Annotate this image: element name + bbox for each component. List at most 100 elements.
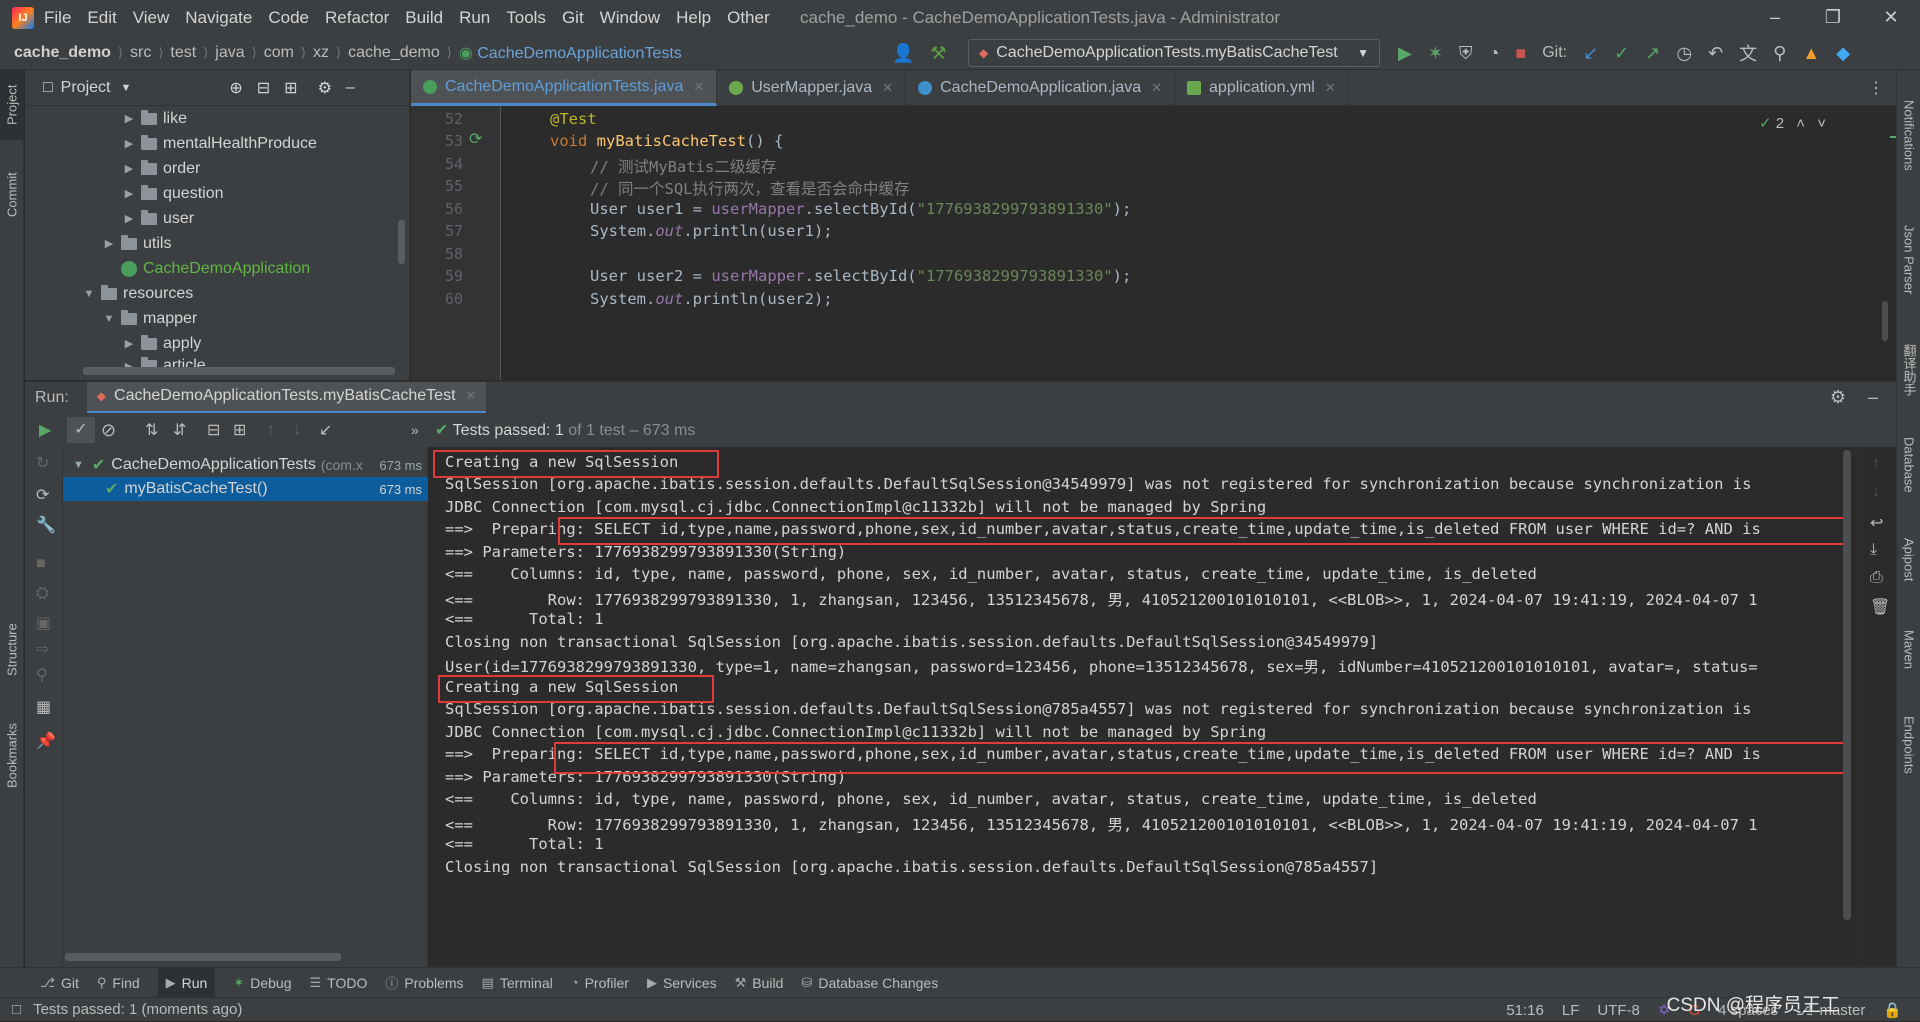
stop-icon[interactable]: ■ xyxy=(1515,43,1526,64)
close-icon[interactable]: ✕ xyxy=(693,79,704,95)
tab-cachedemoapplication[interactable]: CacheDemoApplication.java ✕ xyxy=(906,70,1176,106)
tree-item-mentalhealthproduce[interactable]: ▶ mentalHealthProduce xyxy=(121,131,317,156)
breadcrumb-project[interactable]: cache_demo xyxy=(14,44,111,62)
restore-icon[interactable]: ❐ xyxy=(1804,0,1862,36)
tab-cachedemoapplicationtests[interactable]: CacheDemoApplicationTests.java ✕ xyxy=(411,70,718,106)
menu-refactor[interactable]: Refactor xyxy=(325,8,389,27)
console-output[interactable]: Creating a new SqlSession SqlSession [or… xyxy=(429,447,1861,967)
menu-help[interactable]: Help xyxy=(676,8,711,27)
bottom-tool-database-changes[interactable]: ⛁ Database Changes xyxy=(801,975,938,991)
show-passed-icon[interactable]: ✓ xyxy=(67,417,95,443)
bottom-tool-todo[interactable]: ☰ TODO xyxy=(310,975,368,991)
menu-run[interactable]: Run xyxy=(459,8,490,27)
soft-wrap-icon[interactable]: ↩ xyxy=(1870,513,1883,533)
tree-item-mapper[interactable]: ▼ mapper xyxy=(101,306,197,331)
user-icon[interactable]: 👤 xyxy=(892,43,914,64)
collapse-all-icon[interactable]: ⊞ xyxy=(284,78,297,98)
layout-icon[interactable]: ▦ xyxy=(36,697,51,717)
line-separator[interactable]: LF xyxy=(1562,1002,1580,1019)
error-stripe-marker[interactable] xyxy=(1890,136,1896,138)
tool-tab-database[interactable]: Database xyxy=(1897,425,1920,505)
code-editor[interactable]: ✲˅ @Test void myBatisCacheTest() { // 测试… xyxy=(502,106,1896,380)
rerun-failed-icon[interactable]: ↻ xyxy=(36,453,49,473)
project-scrollbar[interactable] xyxy=(398,220,405,264)
breadcrumb-test[interactable]: test xyxy=(170,44,196,62)
bottom-tool-run[interactable]: ▶ Run xyxy=(157,967,216,998)
test-suite-row[interactable]: ▼ ✔ CacheDemoApplicationTests (com.x 673… xyxy=(63,453,428,477)
expand-all-icon[interactable]: ⊟ xyxy=(257,78,270,98)
import-tests-icon[interactable]: ↙ xyxy=(319,420,332,440)
caret-position[interactable]: 51:16 xyxy=(1506,1002,1544,1019)
print-icon[interactable]: ⎙ xyxy=(1870,569,1883,587)
down-icon[interactable]: ↓ xyxy=(1872,483,1880,501)
test-tree-hscrollbar[interactable] xyxy=(65,953,341,961)
search-icon[interactable]: ⚲ xyxy=(1773,43,1786,64)
wrench-icon[interactable]: 🔧 xyxy=(36,515,56,535)
tool-tab-translate[interactable]: 翻译助手 xyxy=(1897,330,1920,410)
tree-item-utils[interactable]: ▶ utils xyxy=(101,231,171,256)
git-push-icon[interactable]: ↗ xyxy=(1645,43,1660,64)
chevron-down-icon[interactable]: ▼ xyxy=(120,82,131,94)
up-icon[interactable]: ↑ xyxy=(1872,455,1880,473)
sort-alpha-icon[interactable]: ⇅ xyxy=(145,420,158,440)
menu-build[interactable]: Build xyxy=(405,8,443,27)
bottom-tool-services[interactable]: ▶ Services xyxy=(647,975,717,991)
breadcrumb-com[interactable]: com xyxy=(264,44,294,62)
update-icon[interactable]: ▲ xyxy=(1802,43,1820,64)
debug-icon[interactable]: ✶ xyxy=(1428,43,1443,64)
tab-application-yml[interactable]: application.yml ✕ xyxy=(1175,70,1349,106)
tool-tab-json-parser[interactable]: Json Parser xyxy=(1897,210,1920,310)
run-tab[interactable]: ◆ CacheDemoApplicationTests.myBatisCacheT… xyxy=(86,381,487,414)
tab-usermapper[interactable]: UserMapper.java ✕ xyxy=(717,70,907,106)
menu-file[interactable]: File xyxy=(44,8,71,27)
tool-tab-structure[interactable]: Structure xyxy=(0,610,24,690)
jetbrains-icon[interactable]: ◆ xyxy=(1836,43,1850,64)
prev-failed-icon[interactable]: ↑ xyxy=(267,421,275,439)
exit-icon[interactable]: ⇨ xyxy=(36,639,49,659)
tree-item-user[interactable]: ▶ user xyxy=(121,206,194,231)
hide-icon[interactable]: – xyxy=(1868,387,1878,408)
show-ignored-icon[interactable]: ⊘ xyxy=(101,420,116,441)
run-configuration-select[interactable]: ◆ CacheDemoApplicationTests.myBatisCache… xyxy=(968,39,1380,67)
tool-tab-project[interactable]: Project xyxy=(0,70,24,140)
history-icon[interactable]: ◷ xyxy=(1676,43,1692,64)
bottom-tool-problems[interactable]: ⓘ Problems xyxy=(385,973,463,992)
coverage-icon[interactable]: ⛨ xyxy=(1459,43,1473,64)
chevron-up-icon[interactable]: ˄ xyxy=(1796,115,1805,132)
tool-tab-bookmarks[interactable]: Bookmarks xyxy=(0,710,24,800)
bottom-tool-terminal[interactable]: ▤ Terminal xyxy=(482,975,553,991)
tree-item-resources[interactable]: ▼ resources xyxy=(81,281,193,306)
tree-item-cachedemoapplication[interactable]: CacheDemoApplication xyxy=(117,256,310,281)
tool-tab-maven[interactable]: Maven xyxy=(1897,615,1920,685)
build-hammer-icon[interactable]: ⚒ xyxy=(930,43,946,64)
breadcrumb-cache-demo[interactable]: cache_demo xyxy=(348,44,440,62)
run-test-gutter-icon[interactable]: ⟳ xyxy=(469,129,482,149)
tree-item-apply[interactable]: ▶ apply xyxy=(121,331,201,356)
sort-duration-icon[interactable]: ⇵ xyxy=(173,420,186,440)
bottom-tool-profiler[interactable]: ◔ Profiler xyxy=(571,975,629,991)
translate-icon[interactable]: 文 xyxy=(1739,40,1757,66)
status-panel-icon[interactable]: □ xyxy=(12,1001,21,1018)
pin-icon[interactable]: 📌 xyxy=(36,731,56,751)
chevron-down-icon[interactable]: ˅ xyxy=(1817,115,1826,132)
gear-icon[interactable]: ⚙ xyxy=(1830,387,1846,408)
dump-threads-icon[interactable]: ⛭ xyxy=(36,585,49,603)
project-header-label[interactable]: Project xyxy=(61,79,111,97)
locate-icon[interactable]: ⊕ xyxy=(229,78,242,98)
menu-tools[interactable]: Tools xyxy=(506,8,546,27)
bottom-tool-git[interactable]: ⎇ Git xyxy=(40,975,79,991)
gear-icon[interactable]: ⚙ xyxy=(318,78,332,98)
status-message[interactable]: Tests passed: 1 (moments ago) xyxy=(33,1001,242,1018)
search-icon[interactable]: ⚲ xyxy=(36,665,48,685)
more-icon[interactable]: » xyxy=(411,422,419,438)
editor-scrollbar[interactable] xyxy=(1882,301,1888,341)
close-icon[interactable]: ✕ xyxy=(1325,80,1336,96)
breadcrumb-java[interactable]: java xyxy=(215,44,244,62)
rerun-icon[interactable]: ▶ xyxy=(39,420,51,440)
tool-tab-commit[interactable]: Commit xyxy=(0,160,24,230)
run-icon[interactable]: ▶ xyxy=(1398,43,1412,64)
rollback-icon[interactable]: ↶ xyxy=(1708,43,1723,64)
scroll-to-end-icon[interactable]: ⤓ xyxy=(1870,541,1877,559)
tool-tab-apipost[interactable]: Apipost xyxy=(1897,520,1920,600)
menu-git[interactable]: Git xyxy=(562,8,584,27)
